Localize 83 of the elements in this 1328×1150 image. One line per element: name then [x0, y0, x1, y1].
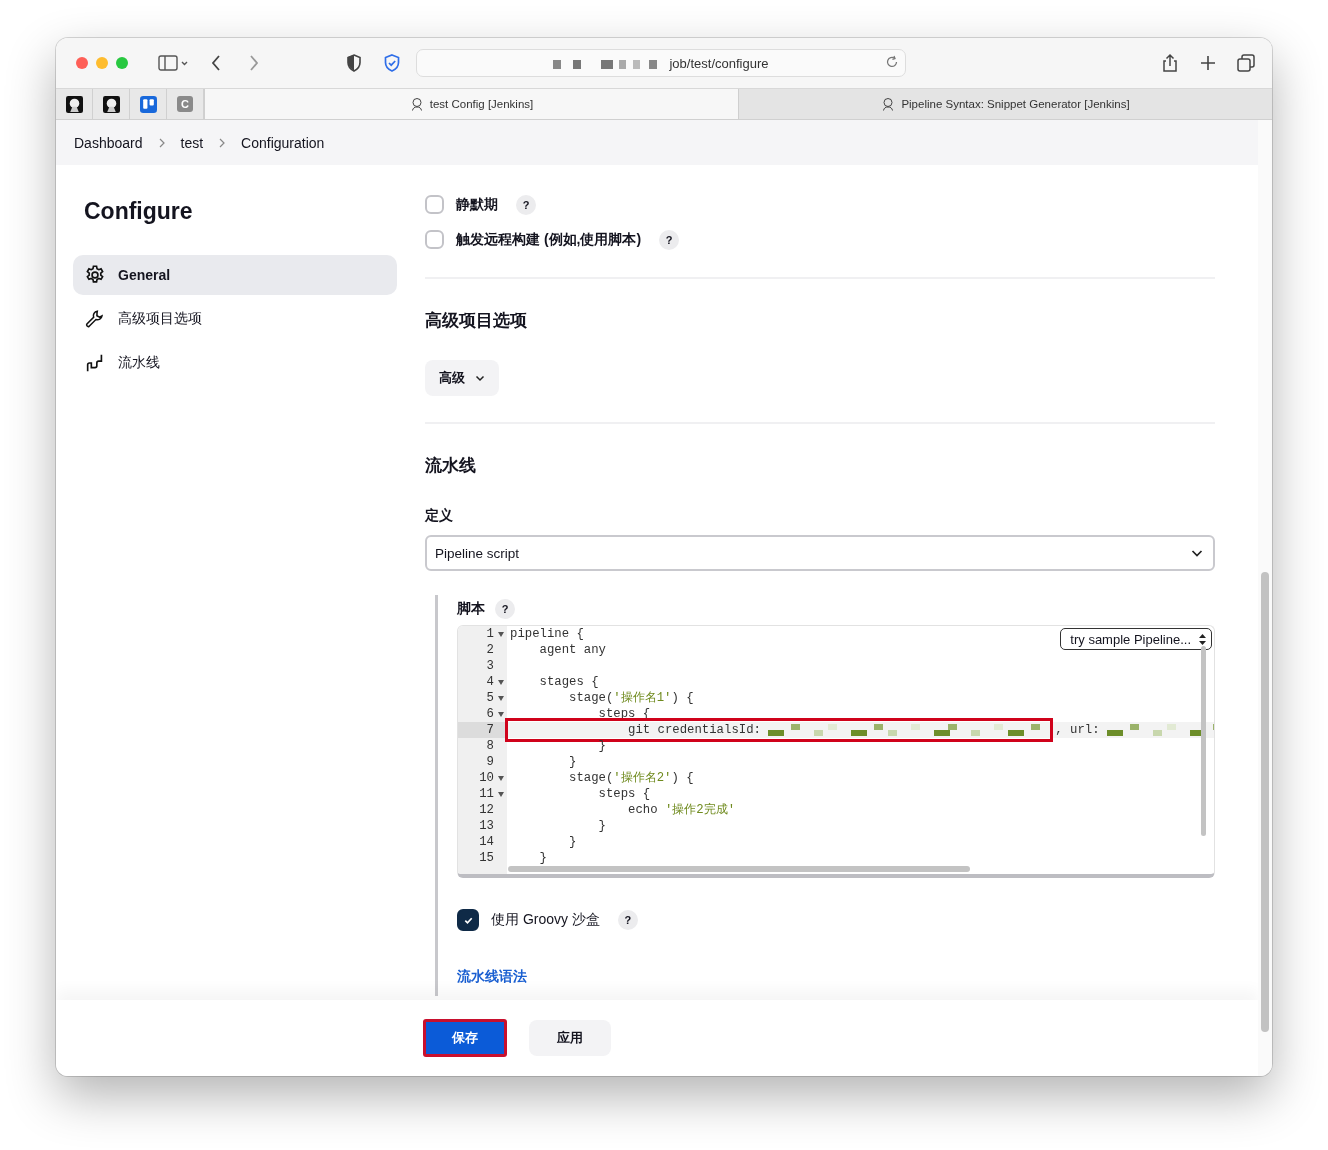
code-line: stages { [538, 674, 599, 690]
fold-arrow-icon[interactable] [497, 679, 504, 685]
shield-icon[interactable] [344, 53, 364, 73]
line-number: 13 [478, 818, 494, 834]
browser-tab[interactable]: Pipeline Syntax: Snippet Generator [Jenkins] [738, 89, 1272, 119]
breadcrumb-link[interactable]: test [180, 134, 204, 151]
code-line: agent any [538, 642, 606, 658]
fold-arrow-icon[interactable] [497, 791, 504, 797]
reload-icon[interactable] [885, 55, 899, 69]
chevron-down-icon [475, 373, 485, 383]
fold-arrow-icon[interactable] [497, 775, 504, 781]
definition-dropdown[interactable]: Pipeline script [425, 535, 1215, 571]
line-number: 14 [478, 834, 494, 850]
line-number: 6 [485, 706, 494, 722]
scrollbar[interactable] [508, 866, 970, 872]
line-number: 5 [485, 690, 494, 706]
line-number: 1 [485, 626, 494, 642]
code-line: } [568, 834, 577, 850]
share-icon[interactable] [1160, 53, 1180, 73]
section-title: 流水线 [425, 455, 477, 477]
stepper-arrows-icon [1199, 633, 1206, 645]
code-line: } [538, 850, 547, 866]
checkbox-label: 静默期 [456, 195, 498, 214]
code-line: stage('操作名2') { [568, 770, 694, 786]
line-number: 8 [485, 738, 494, 754]
highlight-box: git credentialsId: [510, 723, 1049, 737]
help-button[interactable]: ? [617, 910, 638, 930]
code-line: stage('操作名1') { [568, 690, 694, 706]
fold-arrow-icon[interactable] [497, 695, 504, 701]
shield-check-icon[interactable] [382, 53, 402, 73]
scrollbar[interactable] [1201, 646, 1206, 836]
checkbox-label: 触发远程构建 (例如,使用脚本) [456, 230, 642, 249]
line-number: 2 [485, 642, 494, 658]
butler-icon[interactable] [102, 95, 120, 113]
fold-arrow-icon[interactable] [497, 711, 504, 717]
sample-dropdown[interactable]: try sample Pipeline... [1060, 628, 1212, 650]
line-number: 10 [478, 770, 494, 786]
board-icon[interactable] [139, 95, 157, 113]
breadcrumb-link[interactable]: Configuration [241, 134, 325, 151]
help-button[interactable]: ? [495, 599, 515, 619]
url-text: job/test/configure [669, 55, 769, 71]
field-label: 脚本 [457, 600, 485, 618]
page-title: Configure [84, 198, 194, 225]
sidebar-item[interactable]: General [73, 255, 397, 295]
checkbox-label: 使用 Groovy 沙盒 [491, 911, 600, 929]
scrollbar[interactable] [1261, 572, 1269, 1032]
syntax-link[interactable]: 流水线语法 [457, 968, 527, 986]
line-number: 9 [485, 754, 494, 770]
sidebar-toggle-icon[interactable] [158, 53, 188, 73]
code-line: git credentialsId: , url: [507, 722, 1214, 738]
line-number: 15 [478, 850, 494, 866]
sidebar-item[interactable]: 高级项目选项 [73, 299, 397, 339]
save-button[interactable]: 保存 [424, 1020, 506, 1056]
help-button[interactable]: ? [659, 229, 680, 250]
line-number: 12 [478, 802, 494, 818]
browser-tab[interactable]: test Config [Jenkins] [204, 89, 738, 119]
sidebar-item[interactable]: 流水线 [73, 343, 397, 383]
line-number: 11 [478, 786, 494, 802]
address-bar[interactable]: job/test/configure [416, 49, 906, 77]
window-controls[interactable] [76, 57, 128, 69]
apply-button[interactable]: 应用 [529, 1020, 611, 1056]
fold-arrow-icon[interactable] [497, 631, 504, 637]
line-number: 3 [485, 658, 494, 674]
code-line: steps { [597, 786, 651, 802]
butler-icon[interactable] [65, 95, 83, 113]
section-title: 高级项目选项 [425, 310, 528, 332]
help-button[interactable]: ? [516, 194, 536, 215]
code-line: echo '操作2完成' [627, 802, 736, 818]
butler-icon [409, 97, 424, 111]
line-number: 4 [485, 674, 494, 690]
field-label: 定义 [425, 507, 454, 525]
breadcrumb-link[interactable]: Dashboard [74, 134, 143, 151]
code-line: } [597, 738, 606, 754]
butler-icon [881, 97, 896, 111]
tabs-overview-icon[interactable] [1236, 53, 1256, 73]
advanced-button[interactable]: 高级 [425, 360, 499, 396]
wrench-icon [84, 308, 106, 330]
plus-icon[interactable] [1198, 53, 1218, 73]
code-line: } [597, 818, 606, 834]
code-line: pipeline { [509, 626, 584, 642]
checkbox[interactable] [457, 909, 479, 931]
code-line: } [568, 754, 577, 770]
gear-icon [84, 264, 106, 286]
